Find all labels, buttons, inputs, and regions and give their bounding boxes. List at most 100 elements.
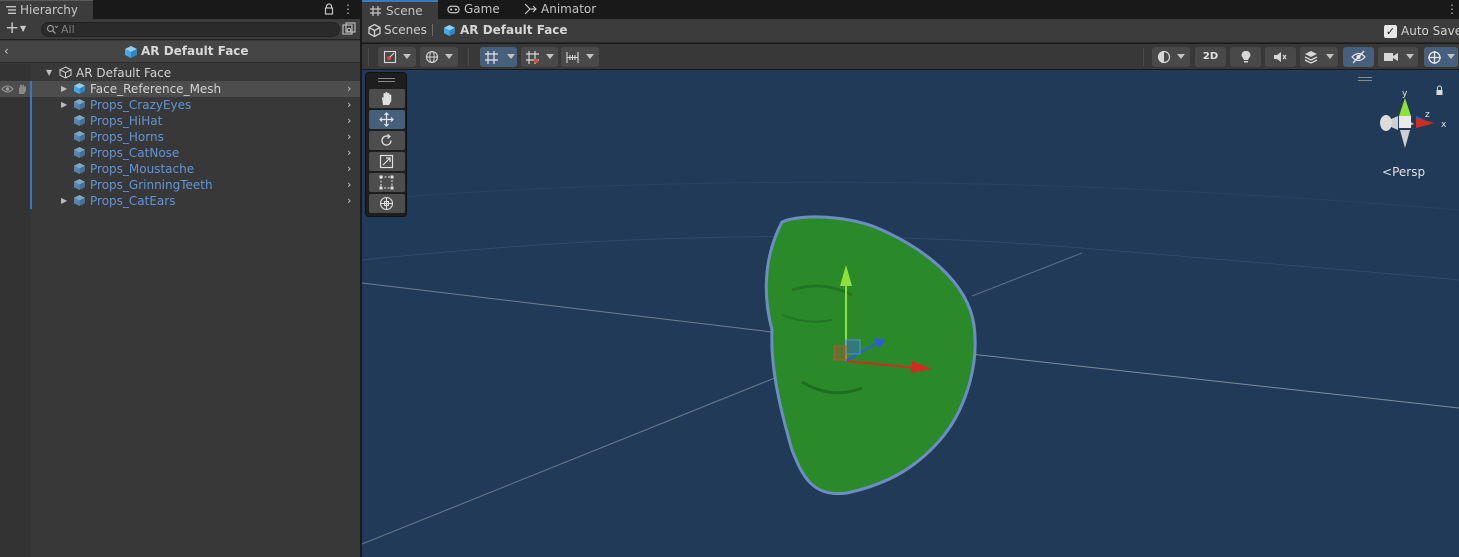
expand-arrow-icon[interactable]: ▶ bbox=[61, 100, 70, 109]
chevron-right-icon[interactable]: › bbox=[347, 82, 351, 95]
chevron-right-icon[interactable]: › bbox=[347, 194, 351, 207]
xy-plane-handle[interactable] bbox=[845, 339, 861, 355]
hierarchy-item-label: Props_CatNose bbox=[90, 146, 180, 160]
gamepad-icon bbox=[447, 5, 460, 14]
plus-icon: + bbox=[5, 18, 20, 38]
transform-icon bbox=[379, 196, 394, 211]
tab-hierarchy[interactable]: Hierarchy bbox=[0, 0, 93, 19]
breadcrumb-scenes-link[interactable]: Scenes bbox=[384, 23, 427, 37]
lightbulb-icon bbox=[1241, 50, 1251, 63]
hand-icon bbox=[382, 92, 392, 105]
scene-viewport[interactable]: y z x <Persp bbox=[362, 70, 1459, 557]
projection-toggle[interactable]: <Persp bbox=[1382, 165, 1425, 179]
hierarchy-item-face-reference-mesh[interactable]: ▶ Face_Reference_Mesh › bbox=[0, 81, 360, 97]
global-local-dropdown[interactable] bbox=[420, 47, 458, 67]
shading-mode-dropdown[interactable] bbox=[1152, 47, 1190, 67]
camera-settings-dropdown[interactable] bbox=[1378, 47, 1418, 67]
neg-x-cone-base bbox=[1380, 115, 1392, 131]
chevron-right-icon[interactable]: › bbox=[347, 114, 351, 127]
tab-animator[interactable]: Animator bbox=[517, 0, 607, 19]
auto-save-checkbox[interactable]: ✓ bbox=[1384, 25, 1397, 38]
effects-dropdown[interactable] bbox=[1300, 47, 1338, 67]
hand-tool-button[interactable] bbox=[369, 89, 405, 108]
hierarchy-item-ar-default-face[interactable]: ▼ AR Default Face bbox=[0, 65, 360, 81]
shaded-sphere-icon bbox=[1157, 50, 1171, 64]
hierarchy-item-props-horns[interactable]: Props_Horns › bbox=[0, 129, 360, 145]
panel-menu-icon[interactable]: ⋮ bbox=[342, 3, 354, 15]
prefab-indicator bbox=[30, 177, 32, 193]
grid-snapping-toggle[interactable] bbox=[480, 47, 517, 67]
scene-visibility-icon[interactable] bbox=[342, 22, 356, 36]
projection-label: Persp bbox=[1392, 165, 1426, 179]
scene-title: AR Default Face bbox=[141, 44, 249, 58]
chevron-right-icon[interactable]: › bbox=[347, 146, 351, 159]
scene-view-panel: Scene Game Animator ⋮ Scenes AR Default … bbox=[362, 0, 1459, 557]
neg-y-axis-cone[interactable] bbox=[1400, 130, 1410, 148]
hierarchy-item-props-hihat[interactable]: Props_HiHat › bbox=[0, 113, 360, 129]
center-cube[interactable] bbox=[1399, 116, 1411, 128]
hierarchy-item-label: Props_Moustache bbox=[90, 162, 195, 176]
hierarchy-item-props-moustache[interactable]: Props_Moustache › bbox=[0, 161, 360, 177]
chevron-down-icon bbox=[1447, 54, 1455, 59]
breadcrumb-current[interactable]: AR Default Face bbox=[460, 23, 568, 37]
pickable-hand-icon[interactable] bbox=[16, 83, 28, 95]
chevron-down-icon bbox=[1326, 54, 1334, 59]
tab-label: Game bbox=[464, 2, 500, 16]
tab-game[interactable]: Game bbox=[440, 0, 510, 19]
hierarchy-item-props-grinningteeth[interactable]: Props_GrinningTeeth › bbox=[0, 177, 360, 193]
yz-plane-handle[interactable] bbox=[833, 345, 847, 361]
scale-tool-button[interactable] bbox=[369, 152, 405, 171]
chevron-right-icon[interactable]: › bbox=[347, 162, 351, 175]
lock-icon[interactable] bbox=[324, 3, 334, 15]
expand-arrow-icon[interactable]: ▼ bbox=[46, 68, 55, 77]
search-input[interactable]: All bbox=[41, 22, 340, 37]
scene-header: ‹ AR Default Face bbox=[0, 41, 360, 63]
grid-visibility-dropdown[interactable] bbox=[521, 47, 558, 67]
grid-snap-icon bbox=[485, 51, 498, 64]
move-tool-button[interactable] bbox=[369, 110, 405, 129]
scene-visibility-toggle[interactable] bbox=[1343, 47, 1374, 67]
expand-arrow-icon[interactable]: ▶ bbox=[61, 84, 70, 93]
prefab-cube-icon bbox=[74, 83, 85, 94]
gizmos-dropdown[interactable] bbox=[1424, 47, 1458, 67]
hierarchy-tab-label: Hierarchy bbox=[20, 3, 79, 17]
increment-snap-dropdown[interactable] bbox=[561, 47, 599, 67]
chevron-down-icon bbox=[586, 54, 594, 59]
orientation-gizmo[interactable]: y z x bbox=[1372, 78, 1454, 160]
drag-handle-icon[interactable] bbox=[1358, 77, 1372, 81]
face-reference-mesh[interactable] bbox=[764, 215, 977, 496]
prefab-indicator bbox=[30, 161, 32, 177]
hierarchy-item-props-catnose[interactable]: Props_CatNose › bbox=[0, 145, 360, 161]
drag-handle-icon[interactable] bbox=[378, 78, 395, 82]
add-object-button[interactable]: + ▼ bbox=[3, 18, 31, 38]
panel-menu-icon[interactable]: ⋮ bbox=[1446, 2, 1458, 16]
grid-icon bbox=[370, 6, 381, 16]
hierarchy-item-label: Props_CrazyEyes bbox=[90, 98, 192, 112]
rect-transform-icon bbox=[379, 175, 394, 190]
chevron-right-icon[interactable]: › bbox=[347, 130, 351, 143]
auto-save-label[interactable]: Auto Save bbox=[1401, 24, 1459, 38]
chevron-down-icon bbox=[1177, 54, 1185, 59]
hierarchy-item-props-catears[interactable]: ▶ Props_CatEars › bbox=[0, 193, 360, 209]
prefab-cube-icon bbox=[125, 46, 137, 58]
rotate-tool-button[interactable] bbox=[369, 131, 405, 150]
breadcrumb: Scenes AR Default Face ✓ Auto Save bbox=[362, 19, 1459, 43]
y-axis-cone[interactable] bbox=[1399, 98, 1411, 116]
grid-line bbox=[362, 282, 773, 333]
tab-scene[interactable]: Scene bbox=[362, 0, 438, 19]
selection-indicator bbox=[30, 81, 32, 97]
chevron-right-icon[interactable]: › bbox=[347, 98, 351, 111]
rect-tool-button[interactable] bbox=[369, 173, 405, 192]
2d-mode-toggle[interactable]: 2D bbox=[1195, 47, 1226, 67]
chevron-right-icon[interactable]: › bbox=[347, 178, 351, 191]
draw-mode-dropdown[interactable] bbox=[378, 47, 416, 67]
transform-tool-button[interactable] bbox=[369, 194, 405, 213]
visibility-eye-icon[interactable] bbox=[1, 84, 14, 94]
hierarchy-item-props-crazyeyes[interactable]: ▶ Props_CrazyEyes › bbox=[0, 97, 360, 113]
audio-toggle[interactable] bbox=[1265, 47, 1296, 67]
expand-arrow-icon[interactable]: ▶ bbox=[61, 196, 70, 205]
lock-icon[interactable] bbox=[1436, 85, 1443, 95]
back-chevron-icon[interactable]: ‹ bbox=[4, 44, 9, 58]
lighting-toggle[interactable] bbox=[1230, 47, 1261, 67]
chevron-down-icon bbox=[507, 54, 515, 59]
